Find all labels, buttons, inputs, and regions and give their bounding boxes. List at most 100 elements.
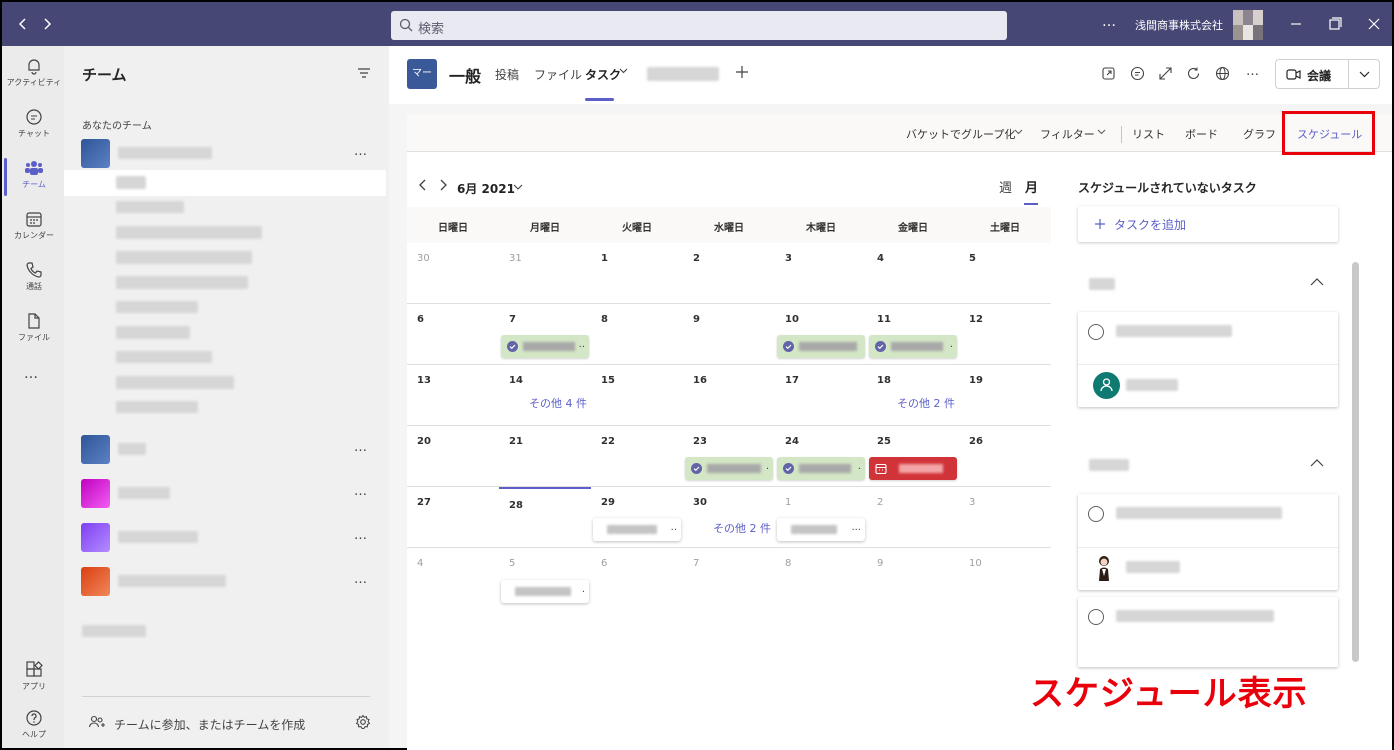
- channel-item[interactable]: [116, 326, 190, 339]
- tab-posts[interactable]: 投稿: [495, 66, 519, 83]
- channel-item[interactable]: [116, 251, 252, 264]
- channel-item[interactable]: [116, 226, 262, 239]
- day-number[interactable]: 9: [877, 558, 883, 569]
- day-number[interactable]: 12: [969, 314, 983, 325]
- more-options-icon[interactable]: …: [1246, 64, 1260, 79]
- day-number[interactable]: 25: [877, 436, 891, 447]
- day-number[interactable]: 13: [417, 375, 431, 386]
- forward-arrow-icon[interactable]: [40, 16, 54, 32]
- chevron-down-icon[interactable]: [1014, 129, 1023, 135]
- chevron-down-icon[interactable]: [619, 68, 628, 74]
- rail-item-apps[interactable]: アプリ: [4, 654, 64, 702]
- day-number[interactable]: 19: [969, 375, 983, 386]
- expand-icon[interactable]: [1158, 66, 1173, 81]
- rail-more-icon[interactable]: …: [24, 366, 39, 382]
- task-complete-toggle[interactable]: [1088, 609, 1104, 625]
- task-chip[interactable]: .: [685, 457, 773, 480]
- rail-item-activity[interactable]: アクティビティ: [4, 50, 64, 98]
- day-number[interactable]: 23: [693, 436, 707, 447]
- day-number[interactable]: 6: [601, 558, 607, 569]
- team-more-icon[interactable]: …: [354, 484, 368, 499]
- gear-icon[interactable]: [355, 714, 371, 730]
- day-number[interactable]: 10: [969, 558, 982, 569]
- day-number[interactable]: 30: [693, 497, 707, 508]
- back-arrow-icon[interactable]: [16, 16, 30, 32]
- more-tasks-link[interactable]: その他 4 件: [529, 395, 587, 411]
- task-chip[interactable]: .: [501, 580, 589, 603]
- day-number[interactable]: 2: [877, 497, 883, 508]
- rail-item-calendar[interactable]: カレンダー: [4, 203, 64, 251]
- rail-item-calls[interactable]: 通話: [4, 254, 64, 302]
- team-item[interactable]: …: [64, 520, 389, 554]
- day-number[interactable]: 27: [417, 497, 431, 508]
- team-more-icon[interactable]: …: [354, 572, 368, 587]
- day-number[interactable]: 4: [877, 253, 884, 264]
- tab-files[interactable]: ファイル: [534, 66, 582, 83]
- meet-button[interactable]: 会議: [1275, 59, 1349, 89]
- day-number[interactable]: 18: [877, 375, 891, 386]
- day-number[interactable]: 15: [601, 375, 615, 386]
- day-number[interactable]: 31: [509, 253, 522, 264]
- view-week-toggle[interactable]: 週: [999, 177, 1012, 196]
- channel-item[interactable]: [116, 401, 198, 413]
- day-number[interactable]: 22: [601, 436, 615, 447]
- more-options-icon[interactable]: …: [1102, 14, 1117, 30]
- add-tab-icon[interactable]: [735, 65, 749, 79]
- task-chip[interactable]: [777, 335, 865, 358]
- task-card[interactable]: [1078, 312, 1338, 407]
- more-tasks-link[interactable]: その他 2 件: [713, 520, 771, 536]
- group-by-bucket-button[interactable]: バケットでグループ化: [906, 126, 1015, 142]
- channel-item[interactable]: [116, 351, 212, 363]
- team-more-icon[interactable]: …: [354, 440, 368, 455]
- tab-redacted[interactable]: [647, 67, 719, 81]
- join-create-team-button[interactable]: チームに参加、またはチームを作成: [88, 714, 305, 732]
- team-more-icon[interactable]: …: [354, 144, 368, 159]
- user-avatar[interactable]: [1233, 10, 1263, 40]
- day-number[interactable]: 6: [417, 314, 424, 325]
- day-number[interactable]: 4: [417, 558, 423, 569]
- add-task-button[interactable]: タスクを追加: [1078, 206, 1338, 242]
- day-number[interactable]: 10: [785, 314, 799, 325]
- calendar-month-label[interactable]: 6月 2021: [457, 180, 515, 197]
- task-card[interactable]: [1078, 494, 1338, 590]
- team-item[interactable]: …: [64, 136, 389, 170]
- day-number[interactable]: 3: [969, 497, 975, 508]
- day-number[interactable]: 21: [509, 436, 523, 447]
- day-number[interactable]: 26: [969, 436, 983, 447]
- chevron-up-icon[interactable]: [1310, 459, 1324, 467]
- day-number[interactable]: 8: [601, 314, 608, 325]
- chevron-down-icon[interactable]: [513, 184, 523, 190]
- day-number[interactable]: 30: [417, 253, 430, 264]
- day-number[interactable]: 5: [509, 558, 515, 569]
- hidden-teams-redacted[interactable]: [82, 625, 146, 637]
- day-number[interactable]: 29: [601, 497, 615, 508]
- scrollbar[interactable]: [1352, 262, 1359, 662]
- task-chip[interactable]: .: [777, 457, 865, 480]
- task-card[interactable]: [1078, 597, 1338, 667]
- rail-item-help[interactable]: ヘルプ: [4, 702, 64, 750]
- day-number[interactable]: 9: [693, 314, 700, 325]
- day-number[interactable]: 1: [785, 497, 791, 508]
- team-more-icon[interactable]: …: [354, 528, 368, 543]
- channel-item[interactable]: [116, 301, 198, 313]
- day-number-today[interactable]: 28: [509, 500, 523, 511]
- tab-tasks[interactable]: タスク: [585, 66, 621, 83]
- refresh-icon[interactable]: [1186, 66, 1201, 81]
- minimize-icon[interactable]: [1288, 16, 1304, 32]
- task-chip-overdue[interactable]: [869, 457, 957, 480]
- task-chip[interactable]: ...: [777, 518, 865, 541]
- day-number[interactable]: 7: [509, 314, 516, 325]
- day-number[interactable]: 3: [785, 253, 792, 264]
- task-complete-toggle[interactable]: [1088, 324, 1104, 340]
- task-chip[interactable]: ..: [593, 518, 681, 541]
- globe-icon[interactable]: [1215, 66, 1230, 81]
- search-input[interactable]: 検索: [391, 11, 1007, 40]
- day-number[interactable]: 11: [877, 314, 891, 325]
- task-chip[interactable]: ..: [501, 335, 589, 358]
- day-number[interactable]: 17: [785, 375, 799, 386]
- day-number[interactable]: 20: [417, 436, 431, 447]
- popout-icon[interactable]: [1101, 66, 1116, 81]
- rail-item-files[interactable]: ファイル: [4, 305, 64, 353]
- team-item[interactable]: …: [64, 476, 389, 510]
- day-number[interactable]: 24: [785, 436, 799, 447]
